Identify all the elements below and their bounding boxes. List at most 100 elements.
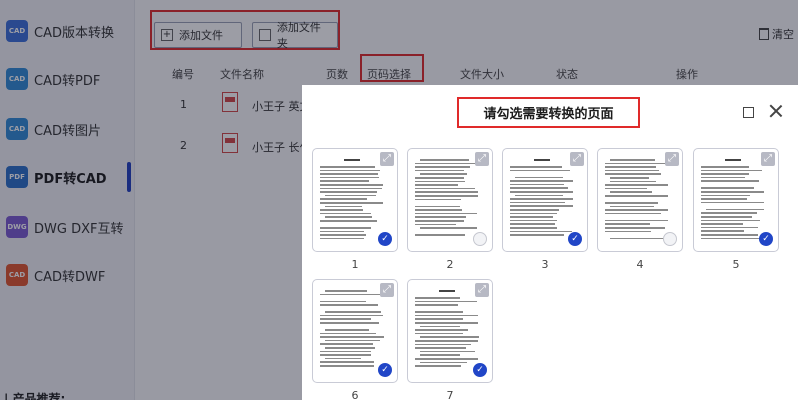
page-text-line xyxy=(420,336,479,338)
page-checkbox[interactable] xyxy=(663,232,677,246)
page-preview xyxy=(415,286,481,372)
page-text-line xyxy=(510,183,564,186)
page-text-line xyxy=(510,205,574,207)
page-text-line xyxy=(325,357,361,360)
page-text-line xyxy=(420,361,467,364)
page-text-line xyxy=(415,340,478,342)
page-text-line xyxy=(415,191,479,193)
page-text-line xyxy=(701,219,761,222)
page-text-line xyxy=(420,325,461,328)
page-text-line xyxy=(320,234,367,236)
page-text-line xyxy=(415,329,468,331)
page-text-line xyxy=(701,169,762,172)
page-text-line xyxy=(415,162,476,165)
page-checkbox[interactable]: ✓ xyxy=(568,232,582,246)
page-text-line xyxy=(415,365,461,367)
page-text-line xyxy=(415,300,477,303)
page-text-line xyxy=(415,220,464,222)
page-thumbnail[interactable]: ⤢ ✓ xyxy=(312,148,398,252)
expand-icon[interactable]: ⤢ xyxy=(380,152,394,166)
page-thumbnail[interactable]: ⤢ ✓ xyxy=(407,279,493,383)
page-thumbnail[interactable]: ⤢ ✓ xyxy=(693,148,779,252)
page-text-line xyxy=(325,216,373,218)
page-text-line xyxy=(325,205,363,208)
page-text-line xyxy=(320,169,380,172)
page-heading-line xyxy=(439,290,455,292)
page-text-line xyxy=(610,205,655,208)
close-icon[interactable] xyxy=(768,103,784,119)
page-thumbnail[interactable]: ⤢ ✓ xyxy=(312,279,398,383)
page-text-line xyxy=(510,198,574,200)
page-text-line xyxy=(320,187,383,190)
page-text-line xyxy=(415,304,459,306)
page-number: 7 xyxy=(446,389,454,400)
page-text-line xyxy=(320,227,371,229)
page-thumbnail[interactable]: ⤢ xyxy=(597,148,683,252)
page-text-line xyxy=(605,184,668,186)
page-text-line xyxy=(320,361,375,363)
page-preview xyxy=(320,286,386,372)
page-heading-line xyxy=(534,159,550,161)
page-text-line xyxy=(510,187,569,189)
page-text-line xyxy=(610,159,656,161)
page-text-line xyxy=(415,318,464,320)
page-text-line xyxy=(320,336,384,338)
expand-icon[interactable]: ⤢ xyxy=(380,283,394,297)
page-text-line xyxy=(320,304,379,306)
page-number: 6 xyxy=(351,389,359,400)
page-text-line xyxy=(510,191,573,193)
page-text-line xyxy=(415,358,478,360)
page-checkbox[interactable]: ✓ xyxy=(759,232,773,246)
page-text-line xyxy=(701,223,743,225)
page-text-line xyxy=(701,216,753,218)
page-text-line xyxy=(701,198,747,200)
page-text-line xyxy=(605,166,656,168)
page-thumbnail[interactable]: ⤢ ✓ xyxy=(502,148,588,252)
page-text-line xyxy=(605,230,651,233)
page-text-line xyxy=(320,314,383,317)
page-checkbox[interactable]: ✓ xyxy=(378,363,392,377)
page-text-line xyxy=(415,166,471,168)
page-text-line xyxy=(320,176,379,179)
page-text-line xyxy=(420,159,469,161)
page-text-line xyxy=(325,311,381,313)
page-checkbox[interactable] xyxy=(473,232,487,246)
expand-icon[interactable]: ⤢ xyxy=(761,152,775,166)
page-text-line xyxy=(515,176,563,179)
expand-icon[interactable]: ⤢ xyxy=(475,283,489,297)
page-text-line xyxy=(510,227,557,229)
page-text-line xyxy=(415,343,471,346)
maximize-icon[interactable] xyxy=(743,107,754,118)
page-text-line xyxy=(701,176,745,179)
page-text-line xyxy=(610,191,653,193)
page-text-line xyxy=(701,194,751,197)
page-text-line xyxy=(320,237,364,240)
page-text-line xyxy=(325,290,367,292)
expand-icon[interactable]: ⤢ xyxy=(475,152,489,166)
page-text-line xyxy=(415,223,456,226)
page-text-line xyxy=(320,300,366,303)
page-text-line xyxy=(701,226,758,229)
expand-icon[interactable]: ⤢ xyxy=(665,152,679,166)
page-preview xyxy=(701,155,767,241)
page-text-line xyxy=(510,166,562,168)
page-text-line xyxy=(701,187,755,189)
page-text-line xyxy=(510,234,564,236)
page-text-line xyxy=(605,219,668,222)
page-text-line xyxy=(325,339,380,342)
page-text-line xyxy=(605,169,659,172)
page-thumbnail[interactable]: ⤢ xyxy=(407,148,493,252)
expand-icon[interactable]: ⤢ xyxy=(570,152,584,166)
page-text-line xyxy=(510,223,555,225)
page-checkbox[interactable]: ✓ xyxy=(473,363,487,377)
page-text-line xyxy=(510,169,571,172)
page-text-line xyxy=(510,212,558,215)
page-text-line xyxy=(320,318,372,320)
page-text-line xyxy=(415,332,463,335)
page-checkbox[interactable]: ✓ xyxy=(378,232,392,246)
page-text-line xyxy=(325,329,370,331)
page-heading-line xyxy=(344,159,360,161)
page-text-line xyxy=(605,223,650,225)
page-preview xyxy=(605,155,671,241)
page-heading-line xyxy=(725,159,741,161)
